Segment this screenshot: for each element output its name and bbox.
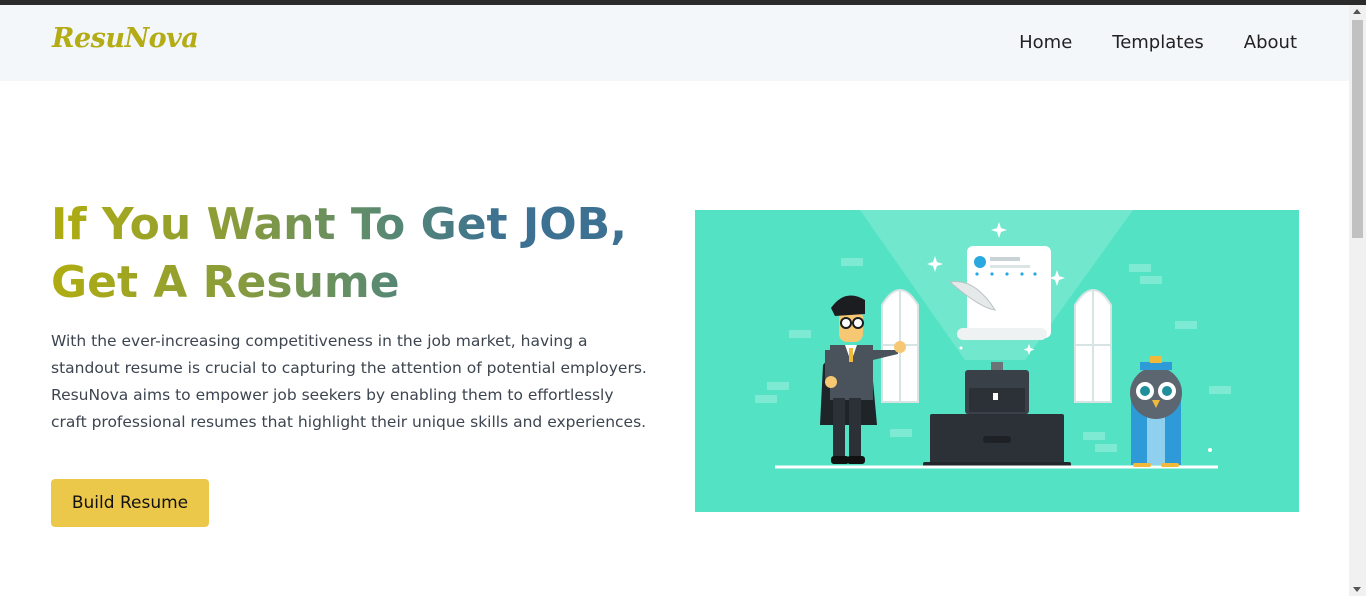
hero-description: With the ever-increasing competitiveness… xyxy=(51,332,647,431)
nav-link-templates[interactable]: Templates xyxy=(1112,32,1204,53)
scroll-up-arrow-icon[interactable] xyxy=(1353,9,1361,14)
navbar: ResuNova Home Templates About xyxy=(0,5,1349,81)
nav-links: Home Templates About xyxy=(1019,32,1297,53)
resume-illustration xyxy=(755,210,1231,469)
hero-illustration xyxy=(695,210,1299,512)
hero-title-line-1: If You Want To Get JOB, xyxy=(51,199,627,250)
build-resume-button[interactable]: Build Resume xyxy=(51,479,209,527)
scroll-thumb[interactable] xyxy=(1352,20,1363,238)
brand-logo[interactable]: ResuNova xyxy=(52,23,199,54)
nav-link-about[interactable]: About xyxy=(1244,32,1297,53)
hero-title: If You Want To Get JOB, Get A Resume xyxy=(51,196,651,312)
hero-title-line-2: Get A Resume xyxy=(51,257,400,308)
nav-link-home[interactable]: Home xyxy=(1019,32,1072,53)
page-scrollbar[interactable] xyxy=(1349,5,1366,596)
scroll-down-arrow-icon[interactable] xyxy=(1353,587,1361,592)
